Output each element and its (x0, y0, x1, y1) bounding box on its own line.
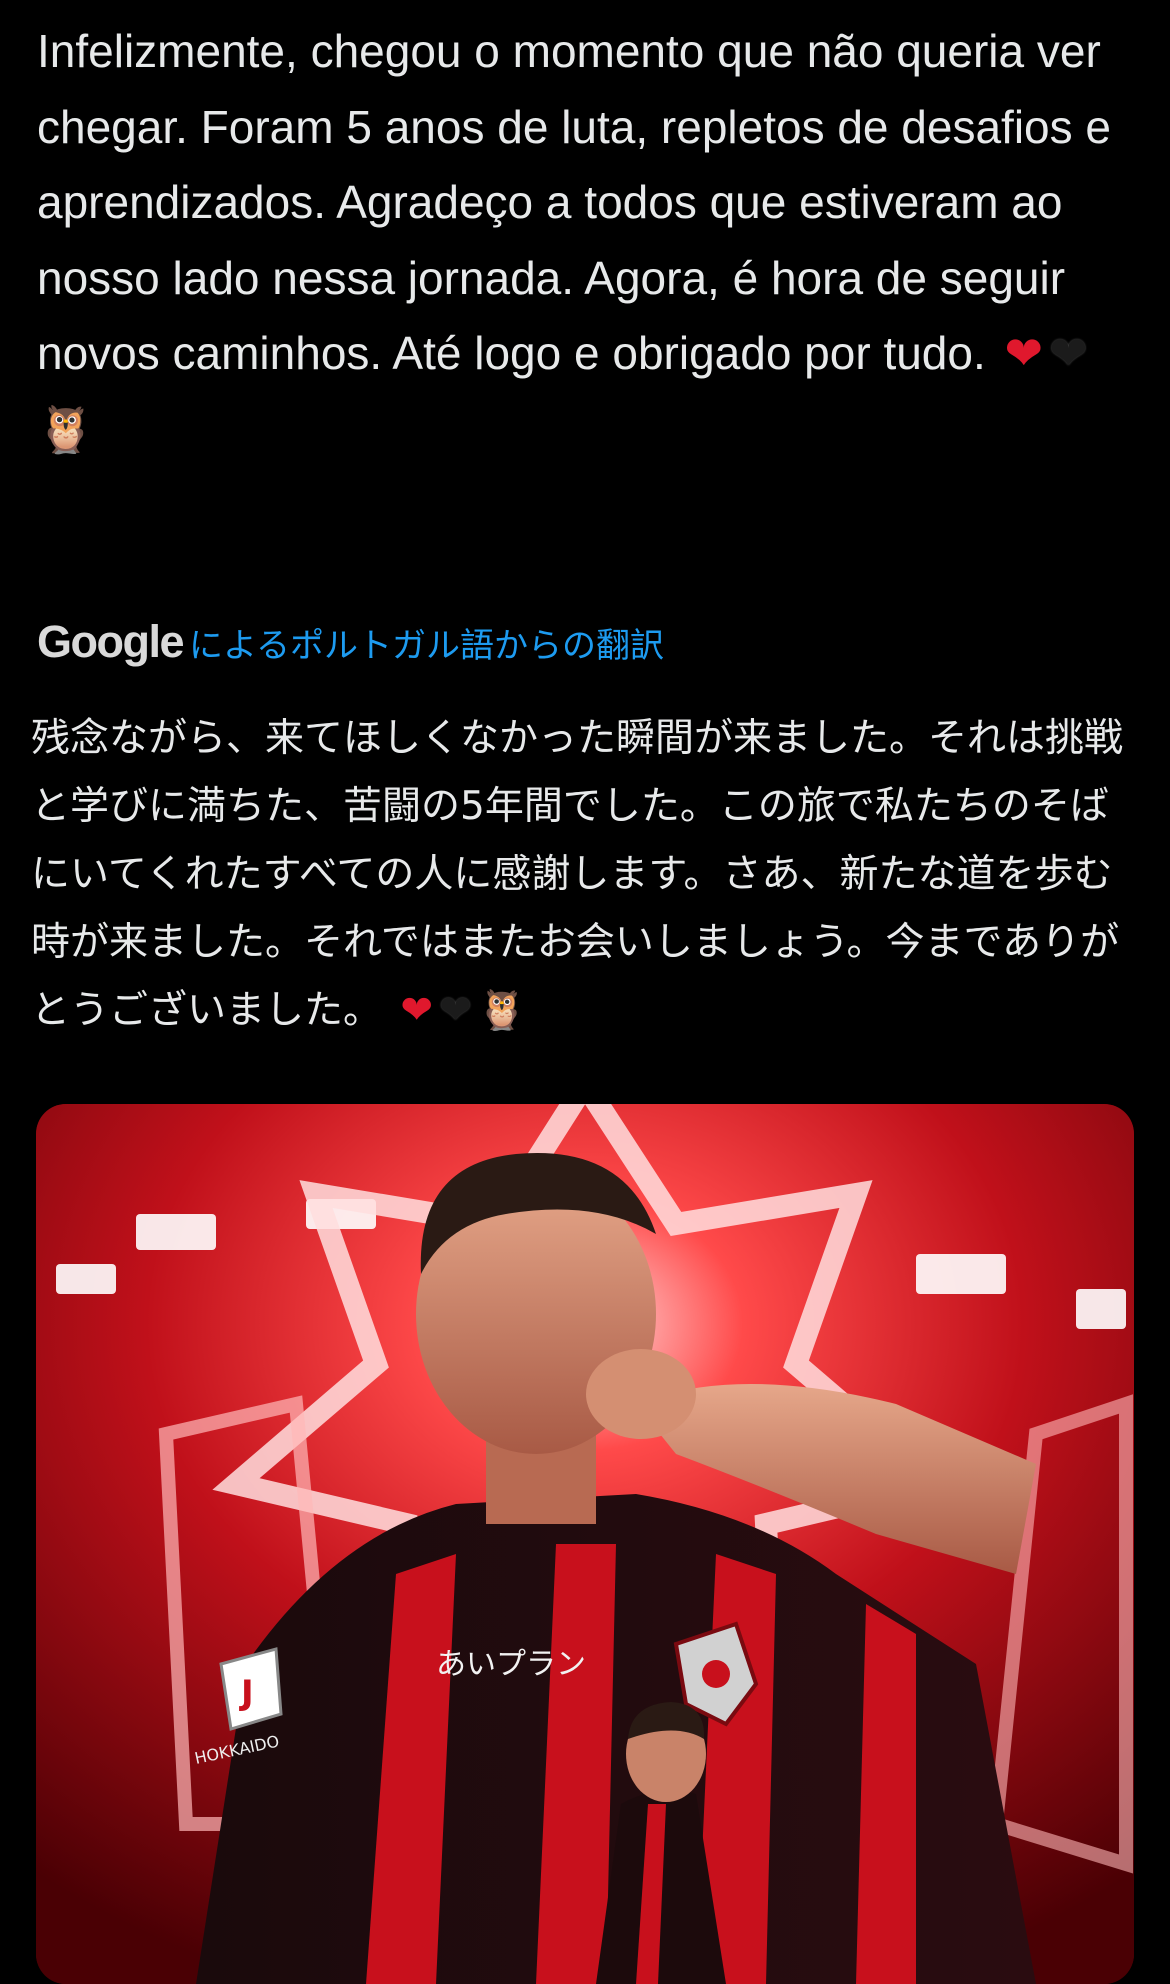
post-image[interactable]: J HOKKAIDO あいプラン (36, 1104, 1134, 1984)
translation-source-link[interactable]: によるポルトガル語からの翻訳 (189, 618, 664, 667)
translation-attribution[interactable]: Google によるポルトガル語からの翻訳 (37, 612, 664, 672)
translated-text: 残念ながら、来てほしくなかった瞬間が来ました。それは挑戦と学びに満ちた、苦闘の5… (31, 705, 1141, 1045)
player-graphic: J HOKKAIDO あいプラン (36, 1104, 1134, 1984)
post-text: Infelizmente, chegou o momento que não q… (37, 14, 1127, 467)
jersey-sponsor: あいプラン (436, 1647, 586, 1682)
red-heart-icon: ❤ (1004, 326, 1044, 380)
black-heart-icon: ❤ (1049, 326, 1088, 380)
owl-icon: 🦉 (37, 401, 95, 456)
translated-body: 残念ながら、来てほしくなかった瞬間が来ました。それは挑戦と学びに満ちた、苦闘の5… (31, 716, 1124, 1033)
svg-text:J: J (239, 1673, 254, 1713)
google-logo: Google (37, 616, 185, 667)
red-heart-icon: ❤ (400, 988, 434, 1033)
black-heart-icon: ❤ (439, 988, 472, 1033)
owl-icon: 🦉 (477, 988, 527, 1033)
post-body: Infelizmente, chegou o momento que não q… (37, 25, 1111, 379)
